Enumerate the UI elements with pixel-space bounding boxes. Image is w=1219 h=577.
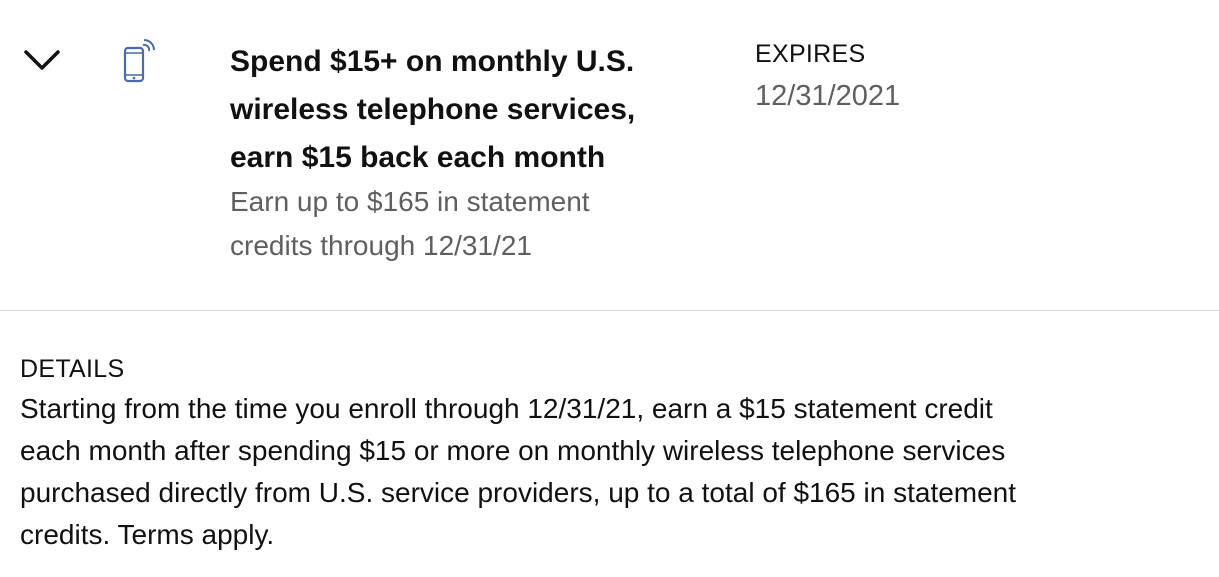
expires-date: 12/31/2021 xyxy=(755,80,901,112)
details-body: Starting from the time you enroll throug… xyxy=(20,393,1017,550)
offer-header[interactable]: Spend $15+ on monthly U.S. wireless tele… xyxy=(0,0,1219,310)
offer-subtitle: Earn up to $165 in statement credits thr… xyxy=(230,186,590,261)
offer-title: Spend $15+ on monthly U.S. wireless tele… xyxy=(230,45,636,174)
details-label: DETAILS xyxy=(20,355,125,383)
divider xyxy=(0,310,1219,311)
expires-label: EXPIRES xyxy=(755,40,866,68)
mobile-phone-wireless-icon xyxy=(116,36,164,88)
collapse-chevron-icon[interactable] xyxy=(22,46,62,76)
